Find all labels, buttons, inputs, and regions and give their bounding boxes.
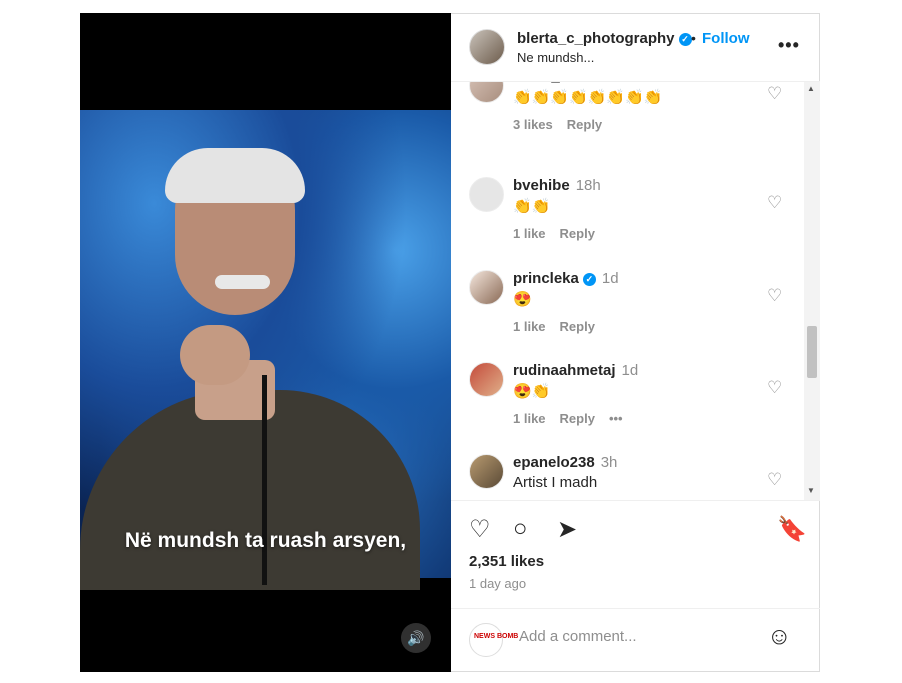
- commenter-avatar[interactable]: [469, 454, 504, 489]
- commenter-avatar[interactable]: [469, 362, 504, 397]
- reply-button[interactable]: Reply: [567, 117, 602, 132]
- comment-likes[interactable]: 3 likes: [513, 117, 553, 132]
- comment-text: 👏👏👏👏👏👏👏👏: [513, 89, 663, 106]
- comment-more-icon[interactable]: •••: [609, 411, 623, 426]
- video-player[interactable]: Në mundsh ta ruash arsyen, 🔊: [80, 13, 451, 672]
- comment-likes[interactable]: 1 like: [513, 319, 546, 334]
- like-comment-heart-icon[interactable]: ♡: [767, 84, 782, 104]
- save-bookmark-icon[interactable]: 🔖: [777, 515, 807, 544]
- like-comment-heart-icon[interactable]: ♡: [767, 470, 782, 490]
- like-comment-heart-icon[interactable]: ♡: [767, 193, 782, 213]
- speaker-icon: 🔊: [407, 629, 425, 646]
- commenter-avatar[interactable]: [469, 270, 504, 305]
- comment-text: 😍👏: [513, 383, 551, 400]
- post-header: blerta_c_photography ✓ • Follow Ne mundsh…: [451, 13, 820, 82]
- comment-likes[interactable]: 1 like: [513, 226, 546, 241]
- comment-text: 😍: [513, 291, 532, 308]
- like-comment-heart-icon[interactable]: ♡: [767, 286, 782, 306]
- post-side-panel: blerta_c_photography ✓ • Follow Ne mundsh…: [451, 13, 820, 672]
- video-frame: [80, 110, 451, 590]
- speaker-body: [80, 390, 420, 590]
- comments-scrollbar[interactable]: ▲ ▼: [804, 82, 820, 500]
- author-username[interactable]: blerta_c_photography ✓: [517, 30, 692, 47]
- post-timestamp: 1 day ago: [469, 576, 527, 591]
- comment-username[interactable]: rudinaahmetaj 1d: [513, 362, 638, 379]
- like-heart-icon[interactable]: ♡: [469, 515, 491, 544]
- verified-badge-icon: ✓: [678, 32, 692, 46]
- comment-likes[interactable]: 1 like: [513, 411, 546, 426]
- follow-button[interactable]: Follow: [702, 30, 750, 47]
- reply-button[interactable]: Reply: [560, 411, 595, 426]
- more-options-icon[interactable]: •••: [778, 35, 800, 56]
- comments-list[interactable]: adele_adela11d 👏👏👏👏👏👏👏👏 3 likes Reply ♡ b…: [451, 82, 803, 500]
- newsbomb-logo: NEWS BOMB: [474, 633, 519, 640]
- separator-dot: •: [691, 30, 696, 46]
- comment-username[interactable]: princleka ✓ 1d: [513, 270, 619, 287]
- video-subtitle: Në mundsh ta ruash arsyen,: [124, 529, 407, 552]
- share-icon[interactable]: ➤: [557, 515, 577, 544]
- speaker-hair: [165, 148, 305, 203]
- commenter-avatar[interactable]: [469, 82, 504, 103]
- add-comment-bar: NEWS BOMB ☺: [451, 608, 820, 674]
- comment-username[interactable]: adele_adela11d: [513, 82, 629, 85]
- speaker-hand: [180, 325, 250, 385]
- scrollbar-thumb[interactable]: [807, 326, 817, 378]
- like-comment-heart-icon[interactable]: ♡: [767, 378, 782, 398]
- comment-icon[interactable]: ○: [513, 515, 528, 543]
- comment-username[interactable]: epanelo238 3h: [513, 454, 617, 471]
- emoji-picker-icon[interactable]: ☺: [767, 623, 792, 651]
- reply-button[interactable]: Reply: [560, 319, 595, 334]
- comment-meta: 1 like Reply: [513, 226, 609, 241]
- likes-count[interactable]: 2,351 likes: [469, 553, 544, 570]
- caption-preview: Ne mundsh...: [517, 50, 595, 65]
- current-user-avatar: [469, 623, 503, 657]
- commenter-avatar[interactable]: [469, 177, 504, 212]
- comment-text: 👏👏: [513, 198, 551, 215]
- speaker-mustache: [215, 275, 270, 289]
- scroll-down-icon[interactable]: ▼: [807, 486, 815, 495]
- scroll-up-icon[interactable]: ▲: [807, 84, 815, 93]
- verified-badge-icon: ✓: [582, 272, 596, 286]
- reply-button[interactable]: Reply: [560, 226, 595, 241]
- post-actions: ♡ ○ ➤ 🔖 2,351 likes 1 day ago NEWS BOMB …: [451, 500, 820, 673]
- sound-toggle-button[interactable]: 🔊: [401, 623, 431, 653]
- comment-meta: 1 like Reply •••: [513, 411, 637, 426]
- comment-input[interactable]: [517, 627, 751, 646]
- microphone-stand: [262, 375, 267, 585]
- author-avatar[interactable]: [469, 29, 505, 65]
- comment-meta: 3 likes Reply: [513, 117, 616, 132]
- comment-meta: 1 like Reply: [513, 319, 609, 334]
- comment-username[interactable]: bvehibe 18h: [513, 177, 601, 194]
- comment-text: Artist I madh: [513, 474, 598, 491]
